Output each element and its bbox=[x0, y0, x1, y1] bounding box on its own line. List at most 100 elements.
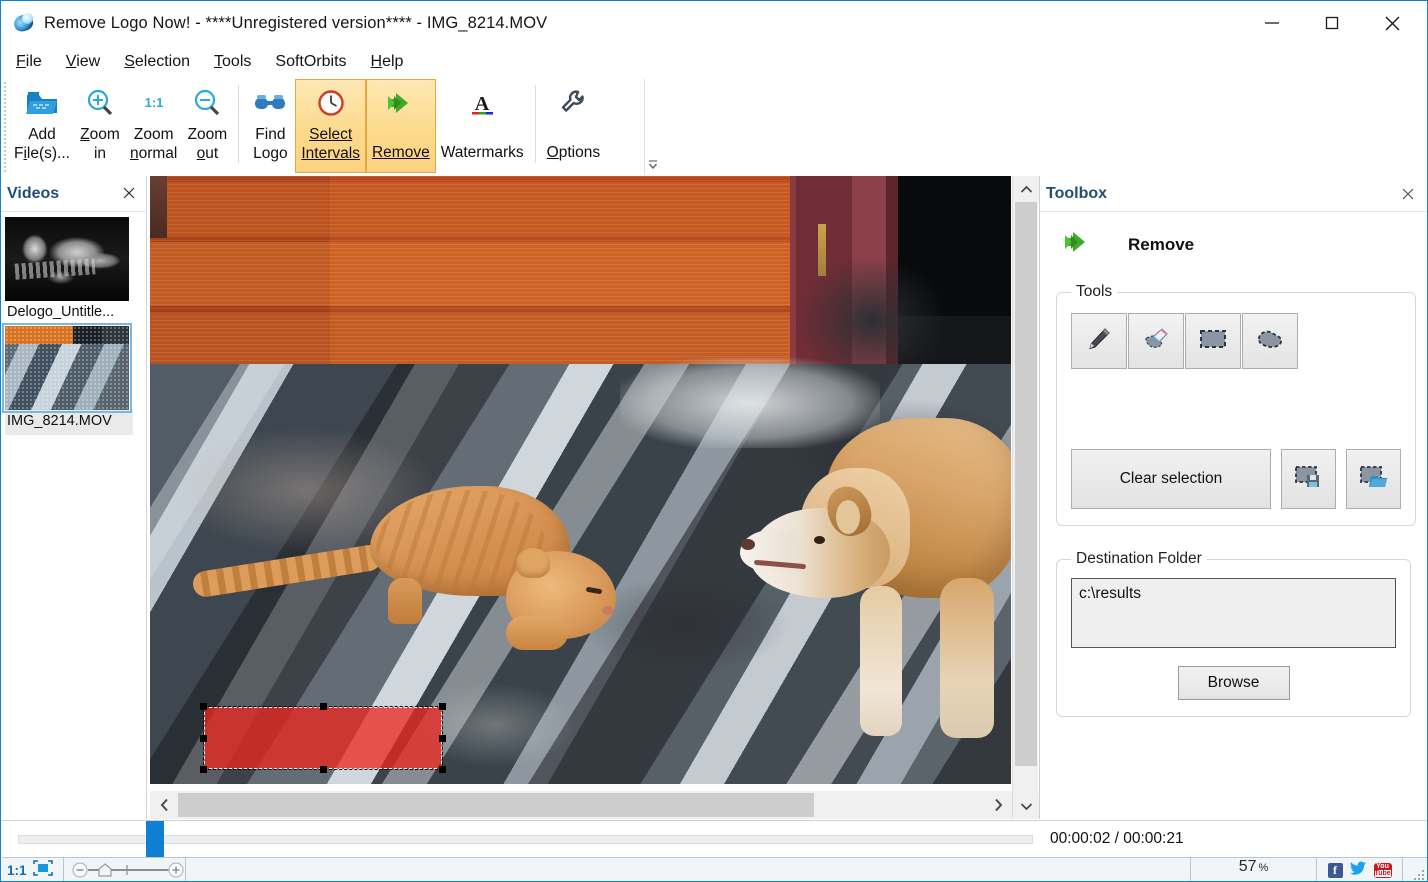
scrollbar-thumb[interactable] bbox=[1015, 202, 1037, 766]
toolbar-label: Options bbox=[547, 143, 600, 162]
minimize-button[interactable] bbox=[1249, 8, 1295, 38]
toolbox-close-icon[interactable] bbox=[1401, 187, 1415, 201]
pencil-icon bbox=[1084, 324, 1114, 359]
chevron-down-icon[interactable] bbox=[1013, 793, 1039, 819]
menu-item-file-label: ile bbox=[26, 53, 42, 70]
list-item-thumbnail[interactable] bbox=[5, 326, 129, 410]
selection-handle-e[interactable] bbox=[439, 735, 446, 742]
toolbox-title: Toolbox bbox=[1046, 185, 1107, 203]
status-bar: 1:1 57 % bbox=[2, 857, 1427, 882]
toolbar-grip[interactable] bbox=[1, 82, 9, 172]
toolbar-button-remove[interactable]: Remove bbox=[366, 79, 436, 173]
videos-panel-close-icon[interactable] bbox=[122, 186, 136, 200]
toolbar-overflow-button[interactable] bbox=[644, 79, 660, 175]
selection-handle-se[interactable] bbox=[439, 766, 446, 773]
status-social-links: f You Tube bbox=[1317, 858, 1403, 882]
watermarks-text-icon: A bbox=[467, 83, 497, 123]
main-toolbar: AddFile(s)... Zoomin 1:1 Zoomnormal bbox=[1, 79, 1427, 175]
photo-wall-patch bbox=[150, 176, 167, 238]
canvas-vertical-scrollbar[interactable] bbox=[1012, 176, 1038, 819]
status-ratio-label[interactable]: 1:1 bbox=[7, 863, 27, 878]
twitter-icon[interactable] bbox=[1350, 861, 1367, 880]
selection-handle-w[interactable] bbox=[200, 735, 207, 742]
wrench-icon bbox=[558, 83, 588, 123]
fit-to-window-icon[interactable] bbox=[33, 860, 53, 881]
save-selection-icon bbox=[1293, 464, 1325, 495]
chevron-left-icon[interactable] bbox=[150, 791, 178, 819]
load-selection-button[interactable] bbox=[1346, 449, 1401, 509]
menu-item-softorbits[interactable]: SoftOrbits bbox=[274, 51, 347, 73]
rectangle-select-icon bbox=[1198, 327, 1228, 356]
scrollbar-thumb[interactable] bbox=[178, 793, 814, 817]
load-selection-icon bbox=[1358, 464, 1390, 495]
list-item-thumbnail[interactable] bbox=[5, 217, 129, 301]
toolbar-button-add-files[interactable]: AddFile(s)... bbox=[9, 79, 75, 173]
toolbar-button-zoom-out[interactable]: Zoomout bbox=[182, 79, 232, 173]
destination-folder-group: Destination Folder Browse bbox=[1056, 550, 1411, 717]
find-logo-icon bbox=[252, 83, 288, 123]
video-canvas[interactable] bbox=[148, 176, 1027, 819]
timeline-playhead[interactable] bbox=[146, 821, 164, 858]
list-item-caption[interactable]: Delogo_Untitle... bbox=[5, 301, 133, 326]
rectangle-select-tool-button[interactable] bbox=[1185, 313, 1241, 369]
lasso-select-icon bbox=[1255, 327, 1285, 356]
status-spacer bbox=[186, 858, 1191, 882]
eraser-tool-button[interactable] bbox=[1128, 313, 1184, 369]
photo-cat bbox=[310, 466, 640, 676]
toolbar-label: Zoomin bbox=[80, 125, 120, 163]
maximize-button[interactable] bbox=[1309, 8, 1355, 38]
videos-panel-header: Videos bbox=[1, 176, 146, 212]
remove-arrow-icon bbox=[382, 83, 420, 123]
toolbar-button-select-intervals[interactable]: SelectIntervals bbox=[295, 79, 366, 173]
resize-grip[interactable] bbox=[1403, 858, 1427, 882]
canvas-horizontal-scrollbar[interactable] bbox=[150, 791, 1012, 819]
menu-item-view[interactable]: View bbox=[65, 51, 101, 73]
menu-item-help[interactable]: Help bbox=[370, 51, 405, 73]
lasso-select-tool-button[interactable] bbox=[1242, 313, 1298, 369]
pencil-tool-button[interactable] bbox=[1071, 313, 1127, 369]
selection-handle-ne[interactable] bbox=[439, 703, 446, 710]
destination-folder-input[interactable] bbox=[1071, 578, 1396, 648]
status-zoom-percent: 57 % bbox=[1191, 858, 1317, 882]
selection-handle-sw[interactable] bbox=[200, 766, 207, 773]
selection-handle-s[interactable] bbox=[320, 766, 327, 773]
timeline-track[interactable] bbox=[18, 835, 1033, 844]
menu-item-selection[interactable]: Selection bbox=[123, 51, 191, 73]
video-list: Delogo_Untitle... IMG_8214.MOV bbox=[1, 212, 146, 435]
toolbar-label: Zoomout bbox=[188, 125, 228, 163]
status-zoom-cell: 1:1 bbox=[2, 858, 64, 882]
eraser-icon bbox=[1141, 324, 1171, 359]
selection-handle-n[interactable] bbox=[320, 703, 327, 710]
toolbar-separator bbox=[535, 85, 536, 163]
videos-panel: Videos Delogo_Untitle... IMG_8214.MOV bbox=[1, 176, 147, 819]
chevron-right-icon[interactable] bbox=[984, 791, 1012, 819]
toolbar-button-find-logo[interactable]: FindLogo bbox=[245, 79, 295, 173]
selection-handle-nw[interactable] bbox=[200, 703, 207, 710]
menu-item-tools[interactable]: Tools bbox=[213, 51, 252, 73]
facebook-icon[interactable]: f bbox=[1328, 863, 1343, 878]
timeline-position-label: 00:00:02 / 00:00:21 bbox=[1050, 830, 1184, 848]
zoom-normal-icon: 1:1 bbox=[137, 83, 171, 123]
toolbar-button-options[interactable]: Options bbox=[542, 79, 605, 173]
close-button[interactable] bbox=[1369, 8, 1415, 38]
cat-and-dog-photo[interactable] bbox=[150, 176, 1011, 784]
toolbar-button-zoom-in[interactable]: Zoomin bbox=[75, 79, 125, 173]
red-selection-rectangle[interactable] bbox=[204, 707, 442, 769]
toolbar-button-watermarks[interactable]: A Watermarks bbox=[436, 79, 529, 173]
overflow-chevron-icon bbox=[648, 159, 658, 171]
chevron-up-icon[interactable] bbox=[1013, 176, 1039, 202]
tools-actions-row: Clear selection bbox=[1071, 449, 1401, 509]
tools-button-row bbox=[1071, 313, 1401, 369]
youtube-icon[interactable]: You Tube bbox=[1374, 863, 1392, 878]
title-bar: Remove Logo Now! - ****Unregistered vers… bbox=[1, 1, 1427, 45]
clear-selection-button[interactable]: Clear selection bbox=[1071, 449, 1271, 509]
save-selection-button[interactable] bbox=[1281, 449, 1336, 509]
toolbar-label: Zoomnormal bbox=[130, 125, 177, 163]
zoom-percent-value: 57 bbox=[1239, 858, 1257, 876]
zoom-slider-handle bbox=[99, 864, 111, 876]
zoom-slider[interactable] bbox=[64, 858, 186, 882]
browse-button[interactable]: Browse bbox=[1178, 666, 1290, 700]
list-item-caption[interactable]: IMG_8214.MOV bbox=[5, 410, 133, 435]
menu-item-file[interactable]: File bbox=[15, 51, 43, 73]
toolbar-button-zoom-normal[interactable]: 1:1 Zoomnormal bbox=[125, 79, 182, 173]
